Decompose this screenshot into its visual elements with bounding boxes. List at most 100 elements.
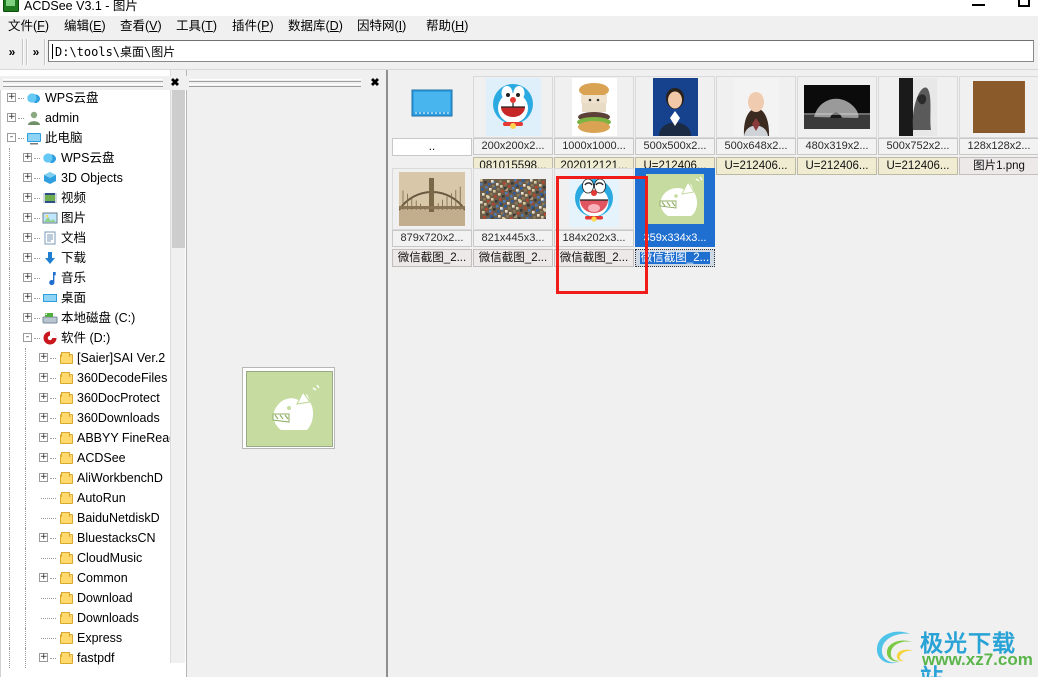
bw-statue[interactable] <box>878 76 958 138</box>
thumbnail-item[interactable]: 500x648x2... U=212406... <box>716 76 796 175</box>
scrollbar-thumb[interactable] <box>172 88 185 248</box>
thumbnail-grid[interactable]: .. 200x200x2... 081015598... 1000x1000... 20… <box>388 70 1038 677</box>
bw-rock-landscape[interactable] <box>797 76 877 138</box>
tree-item-node[interactable]: + 图片 <box>1 208 186 228</box>
tree-item-360decodefiles[interactable]: +360DecodeFiles <box>1 368 186 388</box>
tree-item-node[interactable]: + 文档 <box>1 228 186 248</box>
tree-item-acdsee[interactable]: + ACDSee <box>1 448 186 468</box>
tree-item-saiersaiver2[interactable]: + [Saier]SAI Ver.2 <box>1 348 186 368</box>
preview-area[interactable] <box>187 84 387 677</box>
tree-item-3dobjects[interactable]: +3D Objects <box>1 168 186 188</box>
tree-expander[interactable]: + <box>39 573 48 582</box>
tree-item-aliworkbenchd[interactable]: + AliWorkbenchD <box>1 468 186 488</box>
address-input[interactable]: D:\tools\桌面\图片 <box>55 43 175 60</box>
tree-item-360docprotect[interactable]: +360DocProtect <box>1 388 186 408</box>
tree-panel-grip[interactable]: ✖ <box>0 76 186 90</box>
tree-panel-close-icon[interactable]: ✖ <box>168 76 182 90</box>
menu-item-i[interactable]: 因特网(I) <box>353 18 410 35</box>
sepia-bridge[interactable] <box>392 168 472 230</box>
thumbnail-filename[interactable]: U=212406... <box>797 157 877 175</box>
tree-expander[interactable]: + <box>23 193 32 202</box>
thumbnail-item[interactable]: 821x445x3... 微信截图_2... <box>473 168 553 267</box>
tree-item-autorun[interactable]: AutoRun <box>1 488 186 508</box>
tree-item-baidunetdiskd[interactable]: BaiduNetdiskD <box>1 508 186 528</box>
menu-item-t[interactable]: 工具(T) <box>172 18 221 35</box>
menu-item-e[interactable]: 编辑(E) <box>60 18 110 35</box>
thumbnail-filename[interactable]: 微信截图_2... <box>392 249 472 267</box>
tree-item-admin[interactable]: + admin <box>1 108 186 128</box>
thumbnail-item[interactable]: 1000x1000... 202012121... <box>554 76 634 175</box>
tree-expander[interactable]: + <box>23 253 32 262</box>
thumbnail-item[interactable]: 500x752x2... U=212406... <box>878 76 958 175</box>
tree-item-360downloads[interactable]: +360Downloads <box>1 408 186 428</box>
crowd-aerial[interactable] <box>473 168 553 230</box>
tree-item-express[interactable]: Express <box>1 628 186 648</box>
thumbnail-item[interactable]: 128x128x2... 图片1.png <box>959 76 1038 175</box>
tree-expander[interactable]: + <box>39 473 48 482</box>
preview-panel-grip[interactable]: ✖ <box>186 76 386 90</box>
tree-item-common[interactable]: + Common <box>1 568 186 588</box>
tree-expander[interactable]: - <box>7 133 16 142</box>
tree-expander[interactable]: + <box>23 233 32 242</box>
thumbnail-item[interactable]: .. <box>392 76 472 165</box>
tree-item-downloads[interactable]: Downloads <box>1 608 186 628</box>
tree-expander[interactable]: + <box>39 653 48 662</box>
menu-item-p[interactable]: 插件(P) <box>228 18 278 35</box>
tree-expander[interactable]: + <box>39 413 48 422</box>
tree-expander[interactable]: + <box>23 173 32 182</box>
id-photo-white-bg[interactable] <box>716 76 796 138</box>
tree-expander[interactable]: + <box>39 353 48 362</box>
address-bar[interactable]: D:\tools\桌面\图片 <box>48 39 1034 65</box>
tree-item-wps[interactable]: + WPS云盘 <box>1 148 186 168</box>
tree-expander[interactable]: + <box>39 393 48 402</box>
parent-folder-icon[interactable] <box>392 76 472 132</box>
tree-item-node[interactable]: + 下载 <box>1 248 186 268</box>
burger-cat[interactable] <box>554 76 634 138</box>
toolbar-overflow-chevron-1[interactable]: » <box>4 38 20 66</box>
tree-expander[interactable]: + <box>23 213 32 222</box>
menu-item-d[interactable]: 数据库(D) <box>284 18 347 35</box>
tree-item-node[interactable]: + 桌面 <box>1 288 186 308</box>
tree-item-node[interactable]: - 此电脑 <box>1 128 186 148</box>
toolbar-overflow-chevron-2[interactable]: » <box>28 38 44 66</box>
tree-item-download[interactable]: Download <box>1 588 186 608</box>
address-input-box[interactable]: D:\tools\桌面\图片 <box>48 40 1034 62</box>
minimize-button[interactable] <box>966 0 996 10</box>
tree-item-fastpdf[interactable]: + fastpdf <box>1 648 186 668</box>
thumbnail-item[interactable]: 480x319x2... U=212406... <box>797 76 877 175</box>
menu-item-h[interactable]: 帮助(H) <box>422 18 472 35</box>
thumbnail-item[interactable]: 200x200x2... 081015598... <box>473 76 553 175</box>
tree-item-d[interactable]: - 软件 (D:) <box>1 328 186 348</box>
thumbnail-item[interactable]: 500x500x2... U=212406... <box>635 76 715 175</box>
tree-item-node[interactable]: + 视频 <box>1 188 186 208</box>
tree-item-cloudmusic[interactable]: CloudMusic <box>1 548 186 568</box>
preview-panel-close-icon[interactable]: ✖ <box>368 76 382 90</box>
tree-expander[interactable]: + <box>7 93 16 102</box>
thumbnail-item[interactable]: 879x720x2... 微信截图_2... <box>392 168 472 267</box>
tree-expander[interactable]: + <box>7 113 16 122</box>
tree-item-wps[interactable]: + WPS云盘 <box>1 88 186 108</box>
tree-expander[interactable]: + <box>23 273 32 282</box>
tree-expander[interactable]: + <box>39 533 48 542</box>
tree-item-bluestackscn[interactable]: + BluestacksCN <box>1 528 186 548</box>
tree-expander[interactable]: + <box>23 153 32 162</box>
tree-expander[interactable]: + <box>39 453 48 462</box>
thumbnail-filename[interactable]: U=212406... <box>716 157 796 175</box>
menu-item-f[interactable]: 文件(F) <box>4 18 53 35</box>
tree-item-node[interactable]: + 音乐 <box>1 268 186 288</box>
tree-expander[interactable]: + <box>39 373 48 382</box>
maximize-button[interactable] <box>1012 0 1038 10</box>
id-photo-blue-bg[interactable] <box>635 76 715 138</box>
tree-expander[interactable]: + <box>39 433 48 442</box>
tree-expander[interactable]: + <box>23 293 32 302</box>
thumbnail-filename[interactable]: 微信截图_2... <box>473 249 553 267</box>
menu-item-v[interactable]: 查看(V) <box>116 18 166 35</box>
folder-tree[interactable]: + WPS云盘 + admin - 此电脑 + WPS云盘 +3D Objects + 视频 + 图片 +… <box>0 84 186 677</box>
tree-item-abbyyfineread[interactable]: + ABBYY FineRead <box>1 428 186 448</box>
brown-texture[interactable] <box>959 76 1038 138</box>
tree-scrollbar[interactable]: ︿ <box>170 70 186 663</box>
thumbnail-filename[interactable]: 图片1.png <box>959 157 1038 175</box>
doraemon-blue[interactable] <box>473 76 553 138</box>
thumbnail-filename[interactable]: U=212406... <box>878 157 958 175</box>
tree-item-c[interactable]: + 本地磁盘 (C:) <box>1 308 186 328</box>
